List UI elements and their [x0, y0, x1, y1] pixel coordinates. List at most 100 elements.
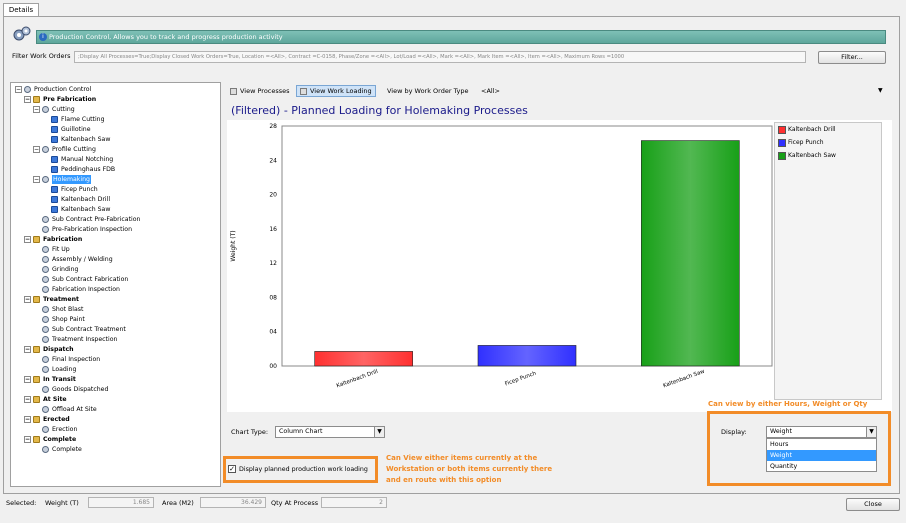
y-tick-label: 24 — [269, 157, 277, 164]
tree-item-label: Fabrication — [43, 236, 83, 243]
tree-item[interactable]: Goods Dispatched — [33, 385, 108, 394]
tree-item[interactable]: Treatment Inspection — [33, 335, 117, 344]
tree-item[interactable]: Ficep Punch — [42, 185, 98, 194]
x-tick-label: Kaltenbach Saw — [662, 369, 706, 390]
tree-item-label: Fit Up — [52, 246, 70, 253]
filter-work-orders-field[interactable]: ;Display All Processes=True;Display Clos… — [74, 51, 806, 63]
process-icon — [42, 276, 49, 283]
status-bar: Selected: Weight (T) 1.685 Area (M2) 36.… — [0, 497, 906, 511]
y-tick-label: 04 — [269, 329, 277, 336]
tree-item[interactable]: Kaltenbach Saw — [42, 205, 110, 214]
work-order-type-filter[interactable]: <All> — [478, 85, 503, 97]
tree-item[interactable]: Final Inspection — [33, 355, 100, 364]
tree-item[interactable]: − Dispatch — [24, 345, 74, 354]
collapse-icon[interactable]: − — [33, 146, 40, 153]
tree-item[interactable]: − In Transit — [24, 375, 76, 384]
tree-item[interactable]: Manual Notching — [42, 155, 113, 164]
collapse-icon[interactable]: − — [24, 396, 31, 403]
tab-scroll-down-icon[interactable]: ▼ — [878, 87, 886, 95]
tree-item-label: Kaltenbach Drill — [61, 196, 111, 203]
chevron-down-icon[interactable]: ▼ — [374, 427, 384, 437]
annotation-highlight-display — [707, 411, 891, 486]
y-tick-label: 28 — [269, 123, 277, 130]
folder-icon — [33, 96, 40, 103]
tree-item-label: Treatment — [43, 296, 79, 303]
tree-item[interactable]: Assembly / Welding — [33, 255, 113, 264]
process-icon — [42, 386, 49, 393]
collapse-icon[interactable]: − — [24, 416, 31, 423]
process-tree[interactable]: − Production Control − Pre Fabrication − Cutt… — [10, 82, 221, 487]
tree-item[interactable]: Complete — [33, 445, 82, 454]
tree-item[interactable]: Peddinghaus FDB — [42, 165, 115, 174]
tab-view-work-loading[interactable]: View Work Loading — [296, 85, 376, 97]
workstation-icon — [51, 196, 58, 203]
legend-item: Kaltenbach Drill — [778, 125, 836, 134]
selected-label: Selected: — [6, 499, 37, 507]
y-tick-label: 08 — [269, 294, 277, 301]
filter-button[interactable]: Filter... — [818, 51, 886, 64]
tree-item[interactable]: − Erected — [24, 415, 70, 424]
tree-item[interactable]: Fit Up — [33, 245, 70, 254]
tree-item[interactable]: − Fabrication — [24, 235, 82, 244]
collapse-icon[interactable]: − — [33, 106, 40, 113]
tree-item-label: Complete — [43, 436, 77, 443]
tree-item[interactable]: − At Site — [24, 395, 67, 404]
collapse-icon[interactable]: − — [33, 176, 40, 183]
tree-item[interactable]: − Production Control — [15, 85, 91, 94]
process-icon — [42, 306, 49, 313]
tree-item[interactable]: − Complete — [24, 435, 76, 444]
tree-item[interactable]: Sub Contract Treatment — [33, 325, 126, 334]
collapse-icon[interactable]: − — [24, 346, 31, 353]
collapse-icon[interactable]: − — [24, 236, 31, 243]
tree-item[interactable]: Kaltenbach Drill — [42, 195, 110, 204]
tree-item[interactable]: Offload At Site — [33, 405, 97, 414]
tree-item[interactable]: − Treatment — [24, 295, 79, 304]
tree-item[interactable]: Grinding — [33, 265, 78, 274]
collapse-icon[interactable]: − — [24, 96, 31, 103]
folder-icon — [33, 346, 40, 353]
workstation-icon — [51, 166, 58, 173]
tree-item-label: Shot Blast — [52, 306, 84, 313]
tree-item[interactable]: − Cutting — [33, 105, 75, 114]
collapse-icon[interactable]: − — [15, 86, 22, 93]
tab-details[interactable]: Details — [3, 3, 39, 16]
process-icon — [42, 106, 49, 113]
tree-item-label: Pre Fabrication — [43, 96, 97, 103]
legend-item: Ficep Punch — [778, 138, 824, 147]
process-icon — [42, 286, 49, 293]
tree-item[interactable]: Sub Contract Fabrication — [33, 275, 128, 284]
tab-view-by-work-order-type[interactable]: View by Work Order Type — [384, 85, 472, 97]
tab-view-processes[interactable]: View Processes — [227, 85, 293, 97]
tree-item[interactable]: Flame Cutting — [42, 115, 105, 124]
tree-item[interactable]: Shot Blast — [33, 305, 83, 314]
tree-item-label: Cutting — [52, 106, 75, 113]
folder-icon — [33, 296, 40, 303]
folder-icon — [33, 236, 40, 243]
close-button[interactable]: Close — [846, 498, 900, 511]
tree-item[interactable]: Guillotine — [42, 125, 91, 134]
tree-item[interactable]: − Pre Fabrication — [24, 95, 96, 104]
collapse-icon[interactable]: − — [24, 436, 31, 443]
tree-item[interactable]: − Profile Cutting — [33, 145, 96, 154]
tree-item[interactable]: Kaltenbach Saw — [42, 135, 110, 144]
production-control-icon — [24, 86, 31, 93]
tree-item[interactable]: Fabrication Inspection — [33, 285, 120, 294]
tree-item[interactable]: Shop Paint — [33, 315, 85, 324]
tree-item[interactable]: − Holemaking — [33, 175, 91, 184]
tree-item-label: Final Inspection — [52, 356, 101, 363]
legend-swatch — [778, 138, 786, 147]
tree-item[interactable]: Sub Contract Pre-Fabrication — [33, 215, 140, 224]
tree-item[interactable]: Loading — [33, 365, 76, 374]
process-icon — [42, 406, 49, 413]
chart-type-select[interactable]: Column Chart ▼ — [275, 426, 385, 438]
collapse-icon[interactable]: − — [24, 376, 31, 383]
tree-item[interactable]: Erection — [33, 425, 77, 434]
process-icon — [42, 326, 49, 333]
tree-item-label: Pre-Fabrication Inspection — [52, 226, 133, 233]
collapse-icon[interactable]: − — [24, 296, 31, 303]
tree-item-label: In Transit — [43, 376, 76, 383]
bar-ficep-punch — [477, 345, 577, 367]
process-icon — [42, 266, 49, 273]
process-icon — [42, 336, 49, 343]
tree-item[interactable]: Pre-Fabrication Inspection — [33, 225, 132, 234]
